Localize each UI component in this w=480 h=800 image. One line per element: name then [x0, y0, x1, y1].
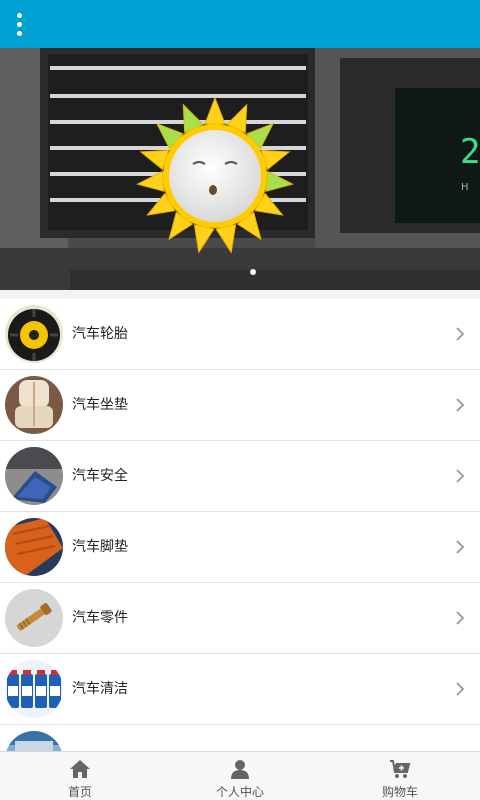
seat-cushion-image	[5, 376, 63, 434]
chevron-right-icon	[456, 540, 465, 554]
safety-image	[5, 447, 63, 505]
category-list: 汽车轮胎 汽车坐垫 汽车安全 汽车脚垫 汽车零件 汽车清洁	[0, 299, 480, 751]
chevron-right-icon	[456, 469, 465, 483]
svg-text:2: 2	[460, 132, 480, 172]
parts-image	[5, 589, 63, 647]
list-item-partial[interactable]	[0, 725, 480, 751]
tab-cart-label: 购物车	[381, 785, 418, 799]
cart-icon	[390, 760, 411, 778]
list-item-label: 汽车安全	[72, 468, 128, 484]
list-item-floor-mats[interactable]: 汽车脚垫	[0, 512, 480, 583]
tab-profile-label: 个人中心	[215, 785, 264, 799]
tab-profile[interactable]: 个人中心	[160, 752, 320, 800]
tab-home-label: 首页	[67, 785, 92, 799]
svg-text:H: H	[461, 182, 469, 193]
chevron-right-icon	[456, 682, 465, 696]
list-item-tires[interactable]: 汽车轮胎	[0, 299, 480, 370]
banner-image: 2 H	[0, 48, 480, 290]
more-vertical-icon[interactable]	[10, 10, 28, 38]
list-item-label: 汽车坐垫	[72, 397, 128, 413]
partial-item-image	[5, 731, 63, 751]
chevron-right-icon	[456, 327, 465, 341]
app-screen: 2 H 汽车轮胎 汽车坐垫 汽车安全 汽车脚垫 汽车零件 汽车清洁 首页 个人中…	[0, 0, 480, 800]
carousel-indicator-dot[interactable]	[250, 269, 256, 275]
list-item-cleaning[interactable]: 汽车清洁	[0, 654, 480, 725]
list-item-label: 汽车轮胎	[72, 326, 128, 342]
bottom-tab-bar: 首页 个人中心 购物车	[0, 751, 480, 800]
list-item-label: 汽车清洁	[72, 681, 128, 697]
user-icon	[231, 760, 249, 779]
banner-carousel[interactable]: 2 H	[0, 48, 480, 290]
tire-image	[5, 305, 63, 363]
chevron-right-icon	[456, 611, 465, 625]
tab-home[interactable]: 首页	[0, 752, 160, 800]
list-item-parts[interactable]: 汽车零件	[0, 583, 480, 654]
tab-cart[interactable]: 购物车	[320, 752, 480, 800]
list-item-label: 汽车零件	[72, 610, 128, 626]
home-icon	[70, 760, 90, 778]
list-item-label: 汽车脚垫	[72, 539, 128, 555]
chevron-right-icon	[456, 398, 465, 412]
cleaning-image	[5, 660, 63, 718]
floor-mat-image	[5, 518, 63, 576]
list-item-seat-cushions[interactable]: 汽车坐垫	[0, 370, 480, 441]
top-bar	[0, 0, 480, 48]
list-item-safety[interactable]: 汽车安全	[0, 441, 480, 512]
